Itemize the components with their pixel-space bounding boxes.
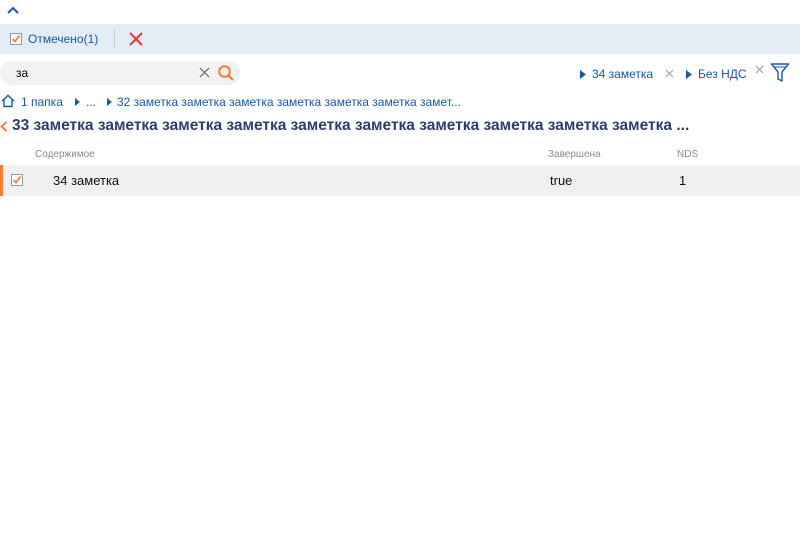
breadcrumb-item[interactable]: 1 папка (21, 95, 63, 109)
column-header[interactable]: NDS (677, 149, 698, 160)
table-header: Содержимое Завершена NDS (0, 147, 800, 163)
table-row[interactable]: 34 заметка true 1 (0, 165, 800, 196)
chevron-up-icon[interactable] (6, 4, 20, 18)
breadcrumb-item[interactable]: ... (86, 95, 96, 109)
page-header: 33 заметка заметка заметка заметка замет… (0, 117, 800, 137)
selected-count-label[interactable]: Отмечено(1) (28, 32, 98, 46)
checkbox-checked-icon[interactable] (11, 174, 23, 186)
triangle-right-icon (686, 70, 692, 79)
filter-chip-label: 34 заметка (592, 67, 654, 81)
column-header[interactable]: Содержимое (35, 149, 95, 160)
breadcrumb-item[interactable]: 32 заметка заметка заметка заметка замет… (117, 95, 461, 109)
triangle-right-icon (75, 98, 80, 106)
close-icon[interactable] (128, 31, 144, 47)
close-icon[interactable] (665, 69, 674, 78)
cell-completed: true (550, 173, 573, 188)
column-header[interactable]: Завершена (548, 149, 601, 160)
selected-row-indicator (0, 165, 3, 196)
page-title: 33 заметка заметка заметка заметка замет… (12, 117, 690, 134)
cell-nds: 1 (679, 173, 687, 188)
chevron-left-icon[interactable] (0, 121, 8, 132)
triangle-right-icon (107, 98, 112, 106)
filter-chips: 34 заметка Без НДС (0, 65, 800, 85)
toolbar-divider (114, 30, 115, 48)
selection-toolbar: Отмечено(1) (0, 24, 800, 54)
filter-chip-label: Без НДС (698, 67, 747, 81)
filter-funnel-icon[interactable] (770, 62, 790, 84)
breadcrumb: 1 папка ... 32 заметка заметка заметка з… (0, 94, 800, 112)
checkbox-checked-icon[interactable] (10, 33, 22, 45)
close-icon[interactable] (755, 65, 764, 74)
cell-content: 34 заметка (53, 173, 120, 188)
home-icon[interactable] (1, 94, 15, 108)
triangle-right-icon (580, 70, 586, 79)
